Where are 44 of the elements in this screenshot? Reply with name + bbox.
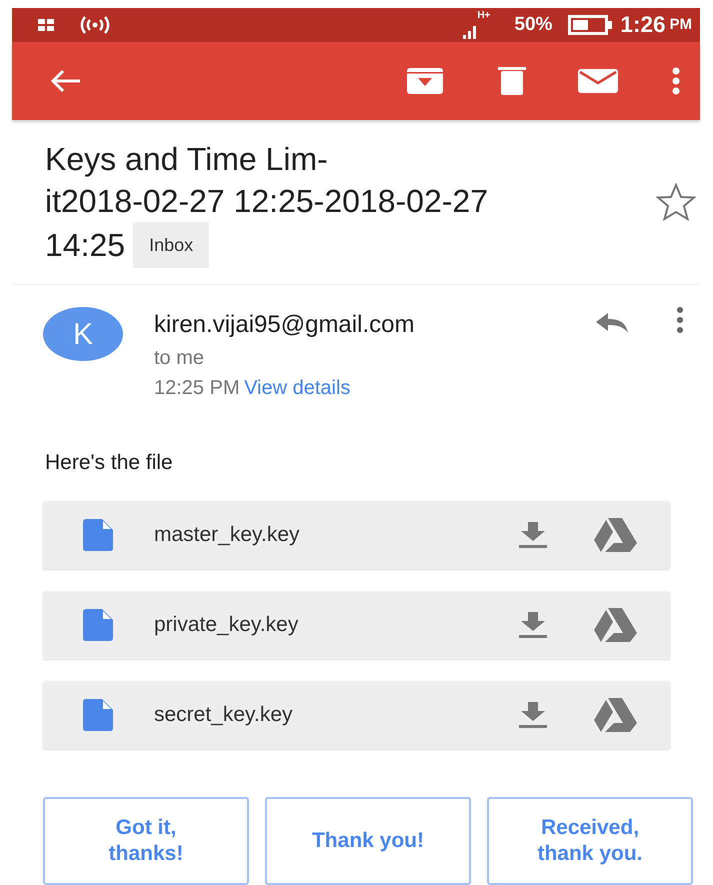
archive-icon[interactable] [406,67,444,95]
file-name: secret_key.key [154,702,294,728]
message-body: Here's the file [44,450,174,476]
drive-icon[interactable] [593,518,637,552]
smart-reply-button[interactable]: Thank you! [265,796,471,884]
signal-icon [463,23,478,39]
reply-icon[interactable] [594,311,630,335]
drive-icon[interactable] [593,698,637,732]
file-icon [83,608,113,640]
attachment-card[interactable]: secret_key.key [43,680,670,748]
clock-time: 1:26 [620,11,666,40]
file-icon [83,518,113,550]
inbox-label: Inbox [133,222,210,268]
more-icon[interactable] [672,67,680,95]
mail-icon[interactable] [578,67,618,95]
view-details-link[interactable]: View details [244,377,350,399]
more-icon[interactable] [676,307,684,333]
attachment-card[interactable]: private_key.key [43,590,670,658]
hotspot-icon [78,15,112,35]
star-icon[interactable] [656,183,696,221]
battery-percent: 50% [514,12,552,37]
recipient-text: to me [154,346,206,371]
sent-time: 12:25 PM [154,377,240,399]
subject-title-line: Keys and Time Lim- [45,140,328,179]
smart-reply-button[interactable]: Received, thank you. [487,796,693,884]
sender-email: kiren.vijai95@gmail.com [154,310,416,340]
file-name: private_key.key [154,612,300,638]
delete-icon[interactable] [498,67,526,95]
file-icon [83,698,113,730]
subject-title-line: it2018-02-27 12:25-2018-02-27 [45,182,488,221]
back-icon[interactable] [50,69,82,93]
clock-ampm: PM [670,14,692,35]
avatar: K [43,307,123,361]
drive-icon[interactable] [593,608,637,642]
grid-icon [38,19,54,31]
download-icon[interactable] [519,612,547,638]
download-icon[interactable] [519,702,547,728]
battery-icon [568,15,612,35]
attachment-card[interactable]: master_key.key [43,500,670,568]
download-icon[interactable] [519,522,547,548]
file-name: master_key.key [154,522,300,548]
network-type-text: H+ [477,11,490,21]
smart-reply-button[interactable]: Got it, thanks! [43,796,249,884]
subject-title-line: 14:25 [45,226,126,265]
